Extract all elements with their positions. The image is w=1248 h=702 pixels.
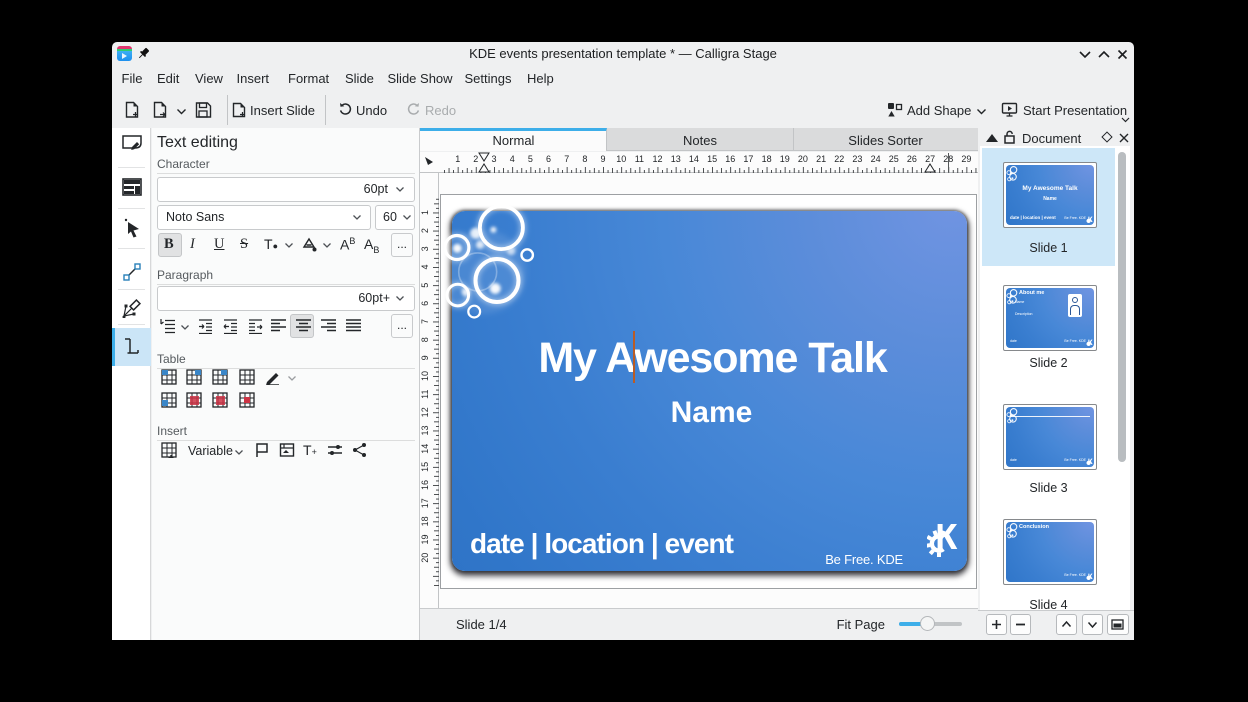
svg-text:17: 17 [420,498,430,508]
svg-text:7: 7 [420,319,430,324]
svg-text:14: 14 [420,444,430,454]
svg-text:21: 21 [816,154,826,164]
svg-text:8: 8 [582,154,587,164]
svg-text:3: 3 [491,154,496,164]
svg-text:17: 17 [743,154,753,164]
svg-text:10: 10 [616,154,626,164]
svg-text:5: 5 [528,154,533,164]
svg-text:10: 10 [420,371,430,381]
svg-text:16: 16 [420,480,430,490]
svg-text:12: 12 [420,407,430,417]
svg-text:16: 16 [725,154,735,164]
svg-text:1: 1 [420,210,430,215]
svg-text:4: 4 [510,154,515,164]
svg-text:24: 24 [871,154,881,164]
svg-text:1: 1 [455,154,460,164]
svg-text:18: 18 [420,516,430,526]
svg-text:9: 9 [420,355,430,360]
svg-text:26: 26 [907,154,917,164]
svg-text:29: 29 [961,154,971,164]
svg-text:11: 11 [635,154,644,164]
svg-text:23: 23 [852,154,862,164]
svg-text:19: 19 [780,154,790,164]
svg-text:13: 13 [420,425,430,435]
svg-text:19: 19 [420,534,430,544]
svg-text:15: 15 [707,154,717,164]
svg-text:7: 7 [564,154,569,164]
svg-text:15: 15 [420,462,430,472]
svg-text:14: 14 [689,154,699,164]
svg-text:3: 3 [420,246,430,251]
svg-text:12: 12 [652,154,662,164]
svg-text:20: 20 [798,154,808,164]
svg-text:6: 6 [420,301,430,306]
svg-text:18: 18 [762,154,772,164]
svg-text:22: 22 [834,154,844,164]
svg-text:8: 8 [420,337,430,342]
svg-text:25: 25 [889,154,899,164]
svg-text:11: 11 [420,390,430,399]
svg-text:4: 4 [420,264,430,269]
svg-text:2: 2 [420,228,430,233]
svg-text:13: 13 [671,154,681,164]
svg-text:9: 9 [600,154,605,164]
svg-text:6: 6 [546,154,551,164]
svg-text:20: 20 [420,553,430,563]
svg-text:5: 5 [420,283,430,288]
